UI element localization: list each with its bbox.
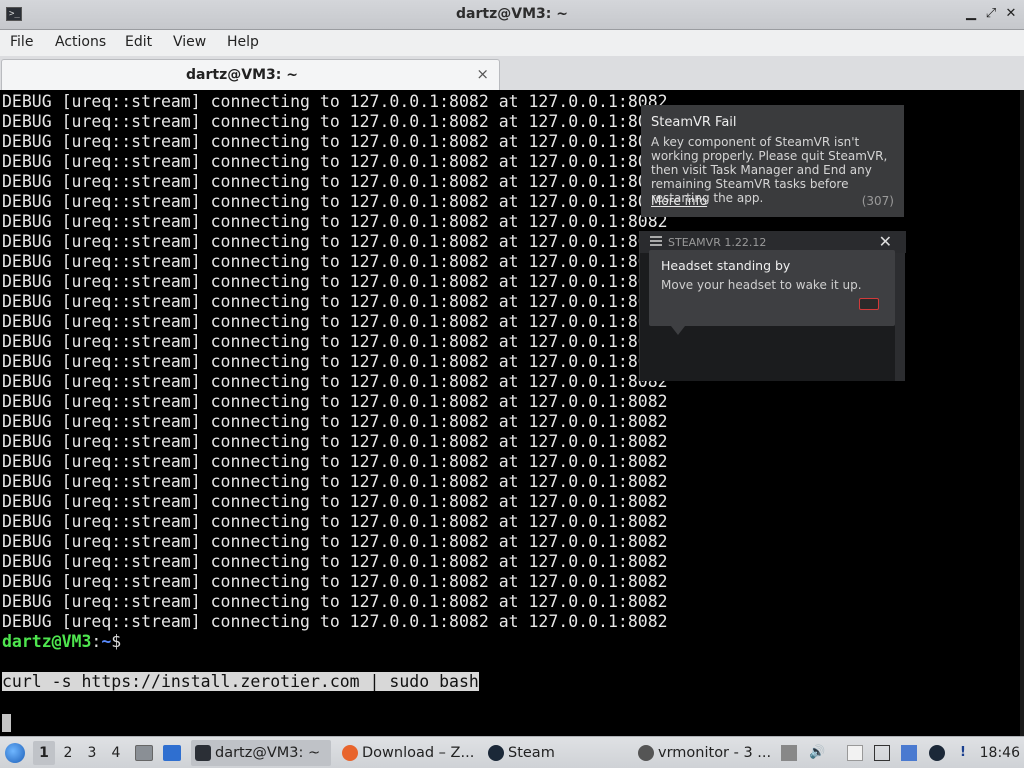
debug-log-line: DEBUG [ureq::stream] connecting to 127.0…: [2, 552, 668, 571]
update-icon[interactable]: [901, 745, 917, 761]
menu-help[interactable]: Help: [227, 34, 259, 50]
debug-log-line: DEBUG [ureq::stream] connecting to 127.0…: [2, 572, 668, 591]
headset-icon: [859, 298, 879, 310]
tab-close-icon[interactable]: ×: [476, 65, 489, 83]
maximize-icon[interactable]: ⤢: [983, 6, 999, 22]
terminal-scrollbar[interactable]: [1020, 90, 1024, 736]
debug-log-line: DEBUG [ureq::stream] connecting to 127.0…: [2, 492, 668, 511]
task-vrmonitor-label: vrmonitor - 3 ...: [658, 745, 772, 761]
steam-icon: [488, 745, 504, 761]
debug-log-line: DEBUG [ureq::stream] connecting to 127.0…: [2, 412, 668, 431]
error-code: (307): [861, 194, 894, 208]
task-steam[interactable]: Steam: [484, 740, 624, 766]
headset-tooltip: Headset standing by Move your headset to…: [649, 250, 895, 335]
workspace-1[interactable]: 1: [33, 741, 55, 765]
menu-file[interactable]: File: [10, 34, 33, 50]
debug-log-line: DEBUG [ureq::stream] connecting to 127.0…: [2, 352, 668, 371]
debug-log-line: DEBUG [ureq::stream] connecting to 127.0…: [2, 452, 668, 471]
tooltip-body: Move your headset to wake it up.: [661, 278, 862, 292]
steam-tray-icon[interactable]: [929, 745, 945, 761]
notification-title: SteamVR Fail: [651, 115, 737, 130]
show-desktop-icon[interactable]: [163, 745, 181, 761]
debug-log-line: DEBUG [ureq::stream] connecting to 127.0…: [2, 192, 668, 211]
window-title: dartz@VM3: ~: [456, 6, 568, 22]
file-manager-icon[interactable]: [135, 745, 153, 761]
tooltip-arrow: [671, 326, 685, 335]
debug-log-line: DEBUG [ureq::stream] connecting to 127.0…: [2, 132, 668, 151]
prompt-symbol: $: [111, 632, 122, 651]
debug-log-line: DEBUG [ureq::stream] connecting to 127.0…: [2, 512, 668, 531]
workspace-4[interactable]: 4: [105, 741, 127, 765]
tab-terminal[interactable]: dartz@VM3: ~ ×: [1, 59, 500, 90]
debug-log-line: DEBUG [ureq::stream] connecting to 127.0…: [2, 592, 668, 611]
menu-edit[interactable]: Edit: [125, 34, 152, 50]
debug-log-line: DEBUG [ureq::stream] connecting to 127.0…: [2, 252, 668, 271]
vr-icon: [638, 745, 654, 761]
debug-log-line: DEBUG [ureq::stream] connecting to 127.0…: [2, 312, 668, 331]
close-icon[interactable]: ✕: [1003, 6, 1019, 22]
cursor-line: [2, 712, 11, 732]
debug-log-line: DEBUG [ureq::stream] connecting to 127.0…: [2, 432, 668, 451]
selected-command[interactable]: curl -s https://install.zerotier.com | s…: [2, 672, 479, 691]
debug-log-line: DEBUG [ureq::stream] connecting to 127.0…: [2, 472, 668, 491]
tab-bar: dartz@VM3: ~ ×: [0, 56, 1024, 90]
network-icon[interactable]: [874, 745, 890, 761]
minimize-icon[interactable]: ▁: [963, 6, 979, 22]
debug-log-line: DEBUG [ureq::stream] connecting to 127.0…: [2, 292, 668, 311]
task-firefox[interactable]: Download – Z...: [338, 740, 478, 766]
more-info-link[interactable]: More info: [651, 194, 707, 208]
task-steam-label: Steam: [508, 745, 555, 761]
tooltip-title: Headset standing by: [661, 258, 791, 273]
shell-prompt: dartz@VM3:~$: [2, 632, 121, 652]
hamburger-menu-icon[interactable]: [650, 236, 662, 246]
debug-log-line: DEBUG [ureq::stream] connecting to 127.0…: [2, 332, 668, 351]
debug-log-line: DEBUG [ureq::stream] connecting to 127.0…: [2, 112, 668, 131]
notes-icon[interactable]: [847, 745, 863, 761]
task-terminal-label: dartz@VM3: ~: [215, 745, 321, 761]
terminal-icon: [195, 745, 211, 761]
tab-label: dartz@VM3: ~: [186, 67, 298, 83]
debug-log-line: DEBUG [ureq::stream] connecting to 127.0…: [2, 272, 668, 291]
steamvr-side-strip: [895, 253, 905, 381]
alert-icon[interactable]: !: [955, 745, 971, 761]
task-vrmonitor[interactable]: vrmonitor - 3 ...: [634, 740, 774, 766]
menu-bar: File Actions Edit View Help: [0, 30, 1024, 56]
debug-log-line: DEBUG [ureq::stream] connecting to 127.0…: [2, 612, 668, 631]
start-menu-icon[interactable]: [5, 743, 25, 763]
prompt-path: ~: [101, 632, 112, 651]
workspace-3[interactable]: 3: [81, 741, 103, 765]
debug-log-line: DEBUG [ureq::stream] connecting to 127.0…: [2, 392, 668, 411]
debug-log-line: DEBUG [ureq::stream] connecting to 127.0…: [2, 372, 668, 391]
workspace-2[interactable]: 2: [57, 741, 79, 765]
volume-icon[interactable]: 🔊: [809, 745, 825, 761]
steamvr-close-icon[interactable]: ✕: [879, 232, 892, 251]
firefox-icon: [342, 745, 358, 761]
steamvr-fail-notification[interactable]: SteamVR Fail A key component of SteamVR …: [641, 105, 904, 217]
clipboard-icon[interactable]: [781, 745, 797, 761]
debug-log-line: DEBUG [ureq::stream] connecting to 127.0…: [2, 212, 668, 231]
prompt-user: dartz@VM3: [2, 632, 92, 651]
debug-log-line: DEBUG [ureq::stream] connecting to 127.0…: [2, 152, 668, 171]
pasted-command-line[interactable]: curl -s https://install.zerotier.com | s…: [2, 672, 479, 692]
debug-log-line: DEBUG [ureq::stream] connecting to 127.0…: [2, 172, 668, 191]
clock[interactable]: 18:46: [980, 737, 1020, 768]
debug-log-line: DEBUG [ureq::stream] connecting to 127.0…: [2, 92, 668, 111]
menu-view[interactable]: View: [173, 34, 206, 50]
debug-log-line: DEBUG [ureq::stream] connecting to 127.0…: [2, 232, 668, 251]
prompt-separator: :: [91, 632, 102, 651]
task-terminal[interactable]: dartz@VM3: ~: [191, 740, 331, 766]
window-titlebar: >_ dartz@VM3: ~ ▁ ⤢ ✕: [0, 0, 1024, 30]
debug-log-line: DEBUG [ureq::stream] connecting to 127.0…: [2, 532, 668, 551]
menu-actions[interactable]: Actions: [55, 34, 106, 50]
task-firefox-label: Download – Z...: [362, 745, 475, 761]
steamvr-version-title: STEAMVR 1.22.12: [668, 236, 767, 249]
taskbar: 1 2 3 4 dartz@VM3: ~ Download – Z... Ste…: [0, 736, 1024, 768]
text-cursor: [2, 713, 11, 732]
